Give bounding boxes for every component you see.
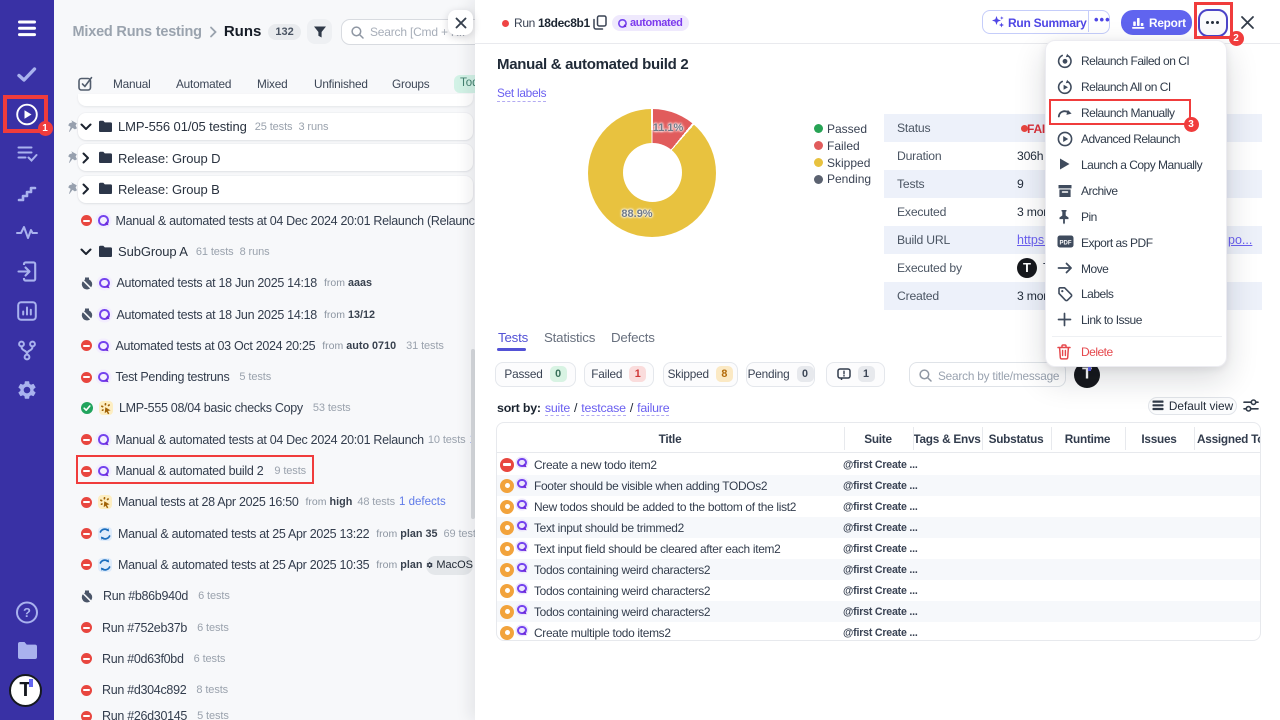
- svg-text:?: ?: [23, 605, 31, 620]
- svg-text:PDF: PDF: [1059, 240, 1071, 246]
